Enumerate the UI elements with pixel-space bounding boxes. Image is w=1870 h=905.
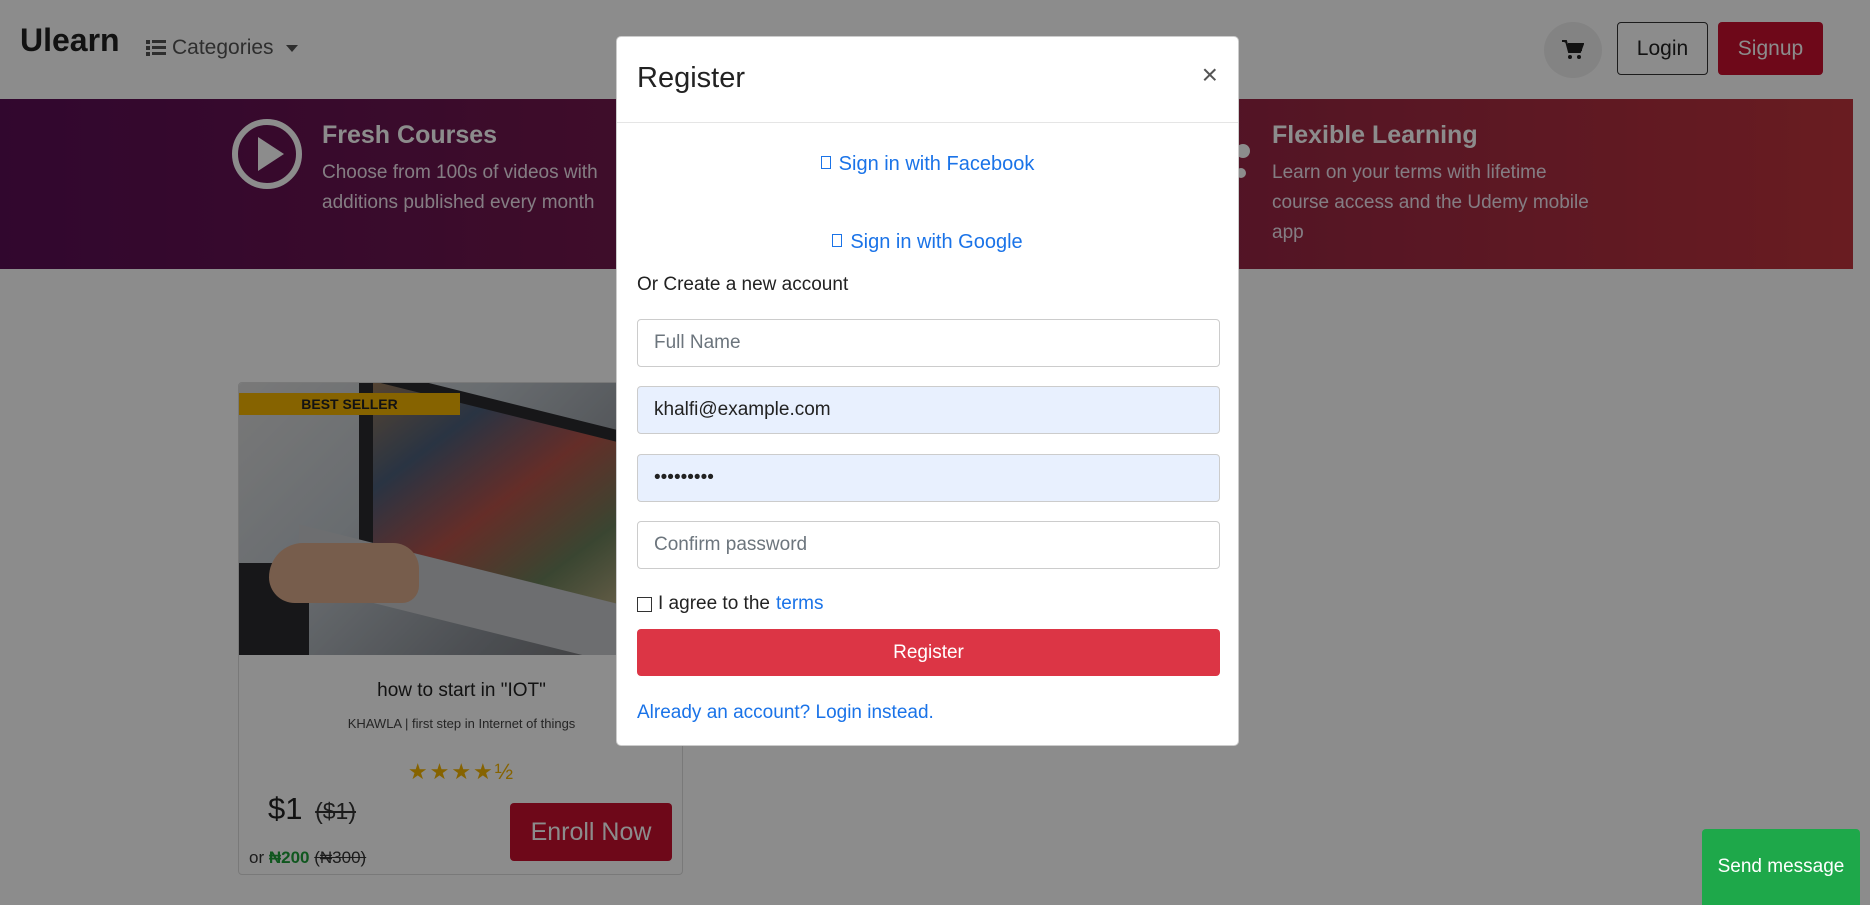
terms-label: I agree to the <box>658 593 770 614</box>
full-name-input[interactable] <box>637 319 1220 367</box>
confirm-password-input[interactable] <box>637 521 1220 569</box>
google-signin-link[interactable]: Sign in with Google <box>617 231 1238 254</box>
facebook-icon <box>820 156 831 170</box>
email-input[interactable] <box>637 386 1220 434</box>
login-instead-link[interactable]: Already an account? Login instead. <box>637 702 934 724</box>
register-button[interactable]: Register <box>637 629 1220 676</box>
google-icon <box>832 234 843 248</box>
close-icon[interactable]: × <box>1202 59 1218 91</box>
send-message-button[interactable]: Send message <box>1702 829 1860 905</box>
modal-header: Register × <box>617 37 1238 123</box>
password-input[interactable] <box>637 454 1220 502</box>
google-signin-label: Sign in with Google <box>850 231 1023 253</box>
terms-link[interactable]: terms <box>776 593 824 615</box>
terms-row: I agree to the terms <box>637 593 823 615</box>
terms-checkbox[interactable] <box>637 596 652 612</box>
modal-title: Register <box>637 62 745 94</box>
facebook-signin-label: Sign in with Facebook <box>838 153 1035 175</box>
or-create-text: Or Create a new account <box>637 274 849 295</box>
register-modal: Register × Sign in with Facebook Sign in… <box>616 36 1239 746</box>
facebook-signin-link[interactable]: Sign in with Facebook <box>617 153 1238 176</box>
